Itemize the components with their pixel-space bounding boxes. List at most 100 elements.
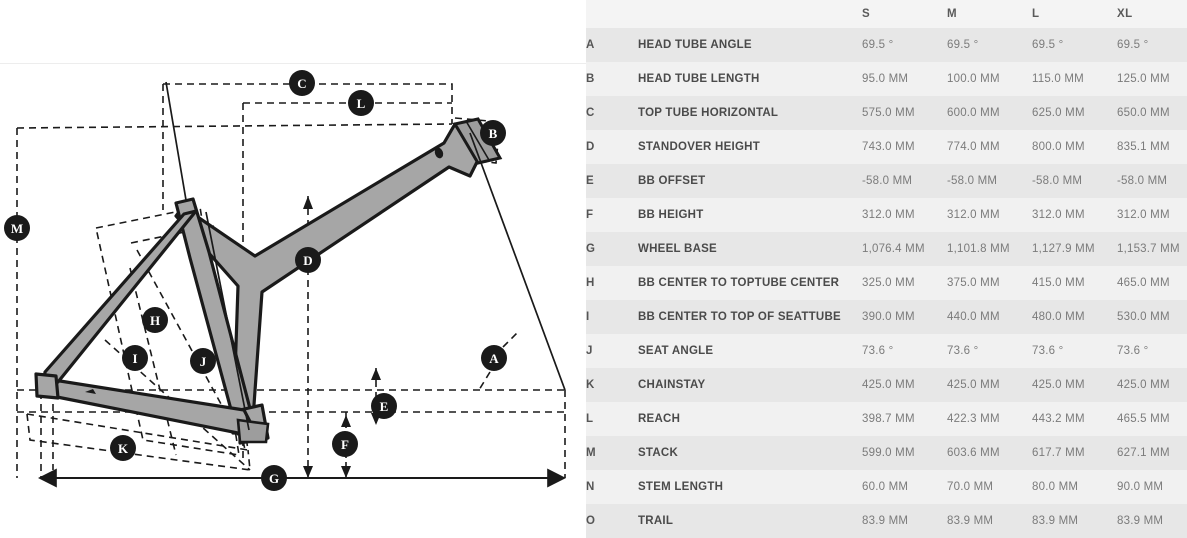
row-measure-name: STACK [638,436,862,470]
marker-I: I [122,345,148,371]
marker-H: H [142,307,168,333]
row-measure-name: HEAD TUBE LENGTH [638,62,862,96]
marker-L: L [348,90,374,116]
row-letter-L: L [586,402,638,436]
row-value-xl: 627.1 MM [1117,436,1187,470]
row-value-l: 80.0 MM [1032,470,1117,504]
row-value-m: 425.0 MM [947,368,1032,402]
row-value-xl: 73.6 ° [1117,334,1187,368]
row-value-s: 599.0 MM [862,436,947,470]
row-value-xl: 465.0 MM [1117,266,1187,300]
row-value-s: -58.0 MM [862,164,947,198]
frame-body [34,122,480,445]
marker-K: K [110,435,136,461]
marker-A: A [481,345,507,371]
marker-F: F [332,431,358,457]
table-row: B HEAD TUBE LENGTH 95.0 MM 100.0 MM 115.0 MM… [586,62,1187,96]
row-value-xl: 650.0 MM [1117,96,1187,130]
row-value-m: 312.0 MM [947,198,1032,232]
row-letter-I: I [586,300,638,334]
marker-J: J [190,348,216,374]
row-measure-name: SEAT ANGLE [638,334,862,368]
table-row: N STEM LENGTH 60.0 MM 70.0 MM 80.0 MM 90.0 MM [586,470,1187,504]
table-row: E BB OFFSET -58.0 MM -58.0 MM -58.0 MM -58.0 … [586,164,1187,198]
row-value-xl: 125.0 MM [1117,62,1187,96]
row-value-s: 743.0 MM [862,130,947,164]
row-value-l: 415.0 MM [1032,266,1117,300]
row-measure-name: BB CENTER TO TOPTUBE CENTER [638,266,862,300]
row-value-xl: 465.5 MM [1117,402,1187,436]
table-row: K CHAINSTAY 425.0 MM 425.0 MM 425.0 MM 425.0 … [586,368,1187,402]
row-letter-G: G [586,232,638,266]
row-value-s: 95.0 MM [862,62,947,96]
table-row: G WHEEL BASE 1,076.4 MM 1,101.8 MM 1,127.9 M… [586,232,1187,266]
row-value-l: 115.0 MM [1032,62,1117,96]
table-row: C TOP TUBE HORIZONTAL 575.0 MM 600.0 MM 625.… [586,96,1187,130]
row-letter-J: J [586,334,638,368]
marker-D: D [295,247,321,273]
row-value-l: 625.0 MM [1032,96,1117,130]
header-size-m: M [947,0,1032,28]
bike-geometry-diagram: A B C D E F G H I J K L M [0,0,586,538]
row-value-m: 1,101.8 MM [947,232,1032,266]
row-value-m: 70.0 MM [947,470,1032,504]
marker-B: B [480,120,506,146]
row-value-s: 325.0 MM [862,266,947,300]
row-letter-M: M [586,436,638,470]
row-value-m: 603.6 MM [947,436,1032,470]
table-row: D STANDOVER HEIGHT 743.0 MM 774.0 MM 800.0 M… [586,130,1187,164]
row-value-m: 69.5 ° [947,28,1032,62]
row-value-l: 1,127.9 MM [1032,232,1117,266]
row-value-s: 73.6 ° [862,334,947,368]
row-measure-name: CHAINSTAY [638,368,862,402]
row-letter-F: F [586,198,638,232]
row-value-m: 600.0 MM [947,96,1032,130]
table-row: M STACK 599.0 MM 603.6 MM 617.7 MM 627.1 MM [586,436,1187,470]
marker-C: C [289,70,315,96]
row-value-s: 312.0 MM [862,198,947,232]
table-header-row: S M L XL [586,0,1187,28]
row-value-xl: 83.9 MM [1117,504,1187,538]
row-value-l: 312.0 MM [1032,198,1117,232]
row-value-l: 617.7 MM [1032,436,1117,470]
table-row: F BB HEIGHT 312.0 MM 312.0 MM 312.0 MM 312.0 … [586,198,1187,232]
row-value-m: 73.6 ° [947,334,1032,368]
row-letter-K: K [586,368,638,402]
row-value-s: 69.5 ° [862,28,947,62]
standover-arrow-bottom [303,466,313,478]
row-letter-D: D [586,130,638,164]
row-value-s: 83.9 MM [862,504,947,538]
marker-M: M [4,215,30,241]
row-measure-name: STEM LENGTH [638,470,862,504]
row-letter-E: E [586,164,638,198]
row-value-s: 1,076.4 MM [862,232,947,266]
row-measure-name: TRAIL [638,504,862,538]
row-measure-name: HEAD TUBE ANGLE [638,28,862,62]
row-value-s: 425.0 MM [862,368,947,402]
row-value-l: 73.6 ° [1032,334,1117,368]
row-value-s: 390.0 MM [862,300,947,334]
row-measure-name: BB HEIGHT [638,198,862,232]
header-name-col [638,0,862,28]
row-value-l: 83.9 MM [1032,504,1117,538]
row-value-m: -58.0 MM [947,164,1032,198]
table-row: O TRAIL 83.9 MM 83.9 MM 83.9 MM 83.9 MM [586,504,1187,538]
row-letter-N: N [586,470,638,504]
row-letter-C: C [586,96,638,130]
standover-arrow [303,196,313,209]
header-size-l: L [1032,0,1117,28]
header-size-s: S [862,0,947,28]
geometry-spec-table: S M L XL A HEAD TUBE ANGLE 69.5 ° 69.5 ° 69.… [586,0,1187,538]
table-row: L REACH 398.7 MM 422.3 MM 443.2 MM 465.5 MM [586,402,1187,436]
row-value-m: 375.0 MM [947,266,1032,300]
row-value-s: 575.0 MM [862,96,947,130]
row-value-xl: 835.1 MM [1117,130,1187,164]
marker-E: E [371,393,397,419]
row-measure-name: STANDOVER HEIGHT [638,130,862,164]
header-letter-col [586,0,638,28]
geometry-spec-table-panel: S M L XL A HEAD TUBE ANGLE 69.5 ° 69.5 ° 69.… [586,0,1187,538]
row-letter-A: A [586,28,638,62]
row-value-xl: 425.0 MM [1117,368,1187,402]
row-letter-O: O [586,504,638,538]
row-measure-name: TOP TUBE HORIZONTAL [638,96,862,130]
